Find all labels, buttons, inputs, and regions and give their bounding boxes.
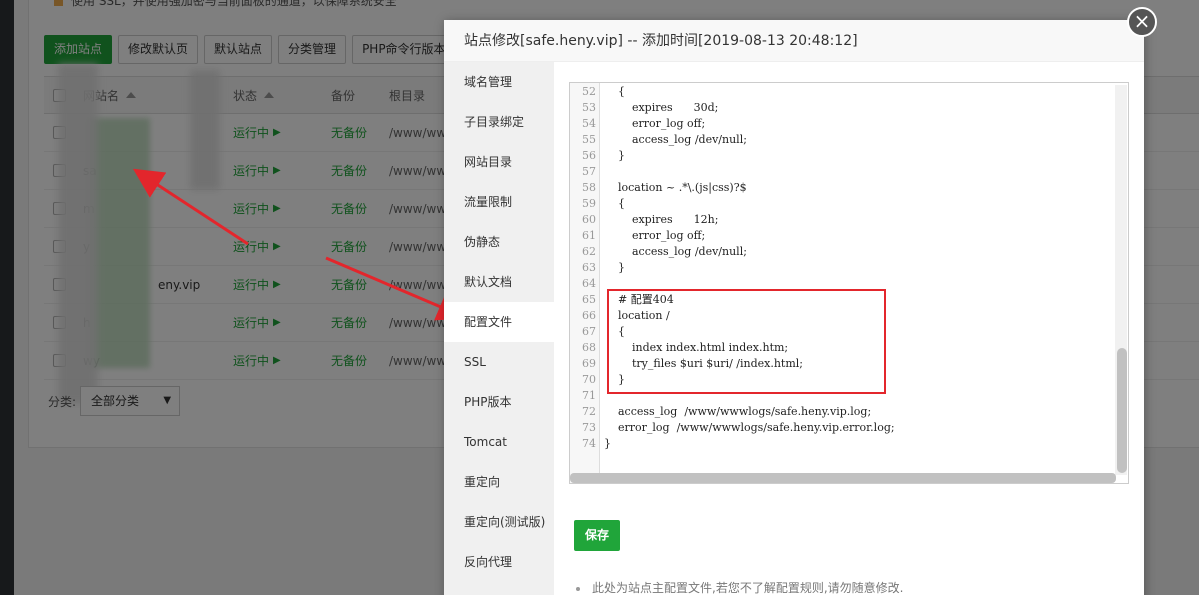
code-line[interactable]: 57 — [570, 164, 1115, 180]
sidebar-item[interactable]: 流量限制 — [444, 182, 554, 222]
line-number: 64 — [582, 277, 596, 290]
code-line[interactable]: 63 } — [570, 260, 1115, 276]
code-text[interactable]: error_log off; — [596, 228, 705, 244]
line-number: 72 — [582, 405, 596, 418]
annotation-arrow — [325, 256, 468, 321]
modal-sidebar: 域名管理 子目录绑定 网站目录 流量限制 伪静态 默认文档 配置文件 SSL PHP版本 Tomc… — [444, 62, 554, 595]
code-text[interactable] — [596, 164, 604, 180]
code-line[interactable]: 55 access_log /dev/null; — [570, 132, 1115, 148]
code-line[interactable]: 54 error_log off; — [570, 116, 1115, 132]
line-number: 61 — [582, 229, 596, 242]
code-line[interactable]: 62 access_log /dev/null; — [570, 244, 1115, 260]
code-text[interactable]: { — [596, 196, 625, 212]
code-text[interactable]: } — [596, 148, 625, 164]
modal-title: 站点修改[safe.heny.vip] -- 添加时间[2019-08-13 2… — [444, 20, 1144, 62]
sidebar-item[interactable]: 伪静态 — [444, 222, 554, 262]
vertical-scrollbar-thumb[interactable] — [1117, 348, 1127, 473]
annotation-arrow — [132, 168, 249, 246]
code-line[interactable]: 73 error_log /www/wwwlogs/safe.heny.vip.… — [570, 420, 1115, 436]
code-text[interactable]: { — [596, 84, 625, 100]
code-line[interactable]: 59 { — [570, 196, 1115, 212]
code-text[interactable]: error_log /www/wwwlogs/safe.heny.vip.err… — [596, 420, 895, 436]
code-text[interactable]: access_log /dev/null; — [596, 244, 747, 260]
sidebar-item[interactable]: 子目录绑定 — [444, 102, 554, 142]
sidebar-item[interactable]: 重定向(测试版) — [444, 502, 554, 542]
code-text[interactable] — [596, 388, 604, 404]
code-text[interactable]: access_log /dev/null; — [596, 132, 747, 148]
save-button[interactable]: 保存 — [574, 520, 620, 551]
sidebar-item[interactable]: 网站目录 — [444, 142, 554, 182]
code-text[interactable]: expires 12h; — [596, 212, 718, 228]
code-line[interactable]: 60 expires 12h; — [570, 212, 1115, 228]
code-text[interactable] — [596, 276, 604, 292]
horizontal-scrollbar[interactable] — [570, 473, 1116, 483]
sidebar-item[interactable]: 默认文档 — [444, 262, 554, 302]
code-line[interactable]: 56 } — [570, 148, 1115, 164]
line-number: 62 — [582, 245, 596, 258]
code-line[interactable]: 53 expires 30d; — [570, 100, 1115, 116]
sidebar-item[interactable]: Tomcat — [444, 422, 554, 462]
code-text[interactable]: access_log /www/wwwlogs/safe.heny.vip.lo… — [596, 404, 871, 420]
line-number: 60 — [582, 213, 596, 226]
config-code-editor[interactable]: 52 {53 expires 30d; 54 error_log off; 55 a… — [569, 82, 1129, 484]
code-text[interactable]: } — [596, 436, 611, 452]
code-text[interactable]: } — [596, 260, 625, 276]
line-number: 71 — [582, 389, 596, 402]
line-number: 73 — [582, 421, 596, 434]
code-text[interactable]: expires 30d; — [596, 100, 718, 116]
code-text[interactable]: error_log off; — [596, 116, 705, 132]
line-number: 69 — [582, 357, 596, 370]
line-number: 57 — [582, 165, 596, 178]
config-hint-text: 此处为站点主配置文件,若您不了解配置规则,请勿随意修改. — [592, 581, 904, 595]
line-number: 68 — [582, 341, 596, 354]
sidebar-item[interactable]: 域名管理 — [444, 62, 554, 102]
line-number: 66 — [582, 309, 596, 322]
sidebar-item[interactable]: 配置文件 — [444, 302, 554, 342]
code-lines: 52 {53 expires 30d; 54 error_log off; 55 a… — [570, 84, 1115, 452]
line-number: 52 — [582, 85, 596, 98]
sidebar-item[interactable]: SSL — [444, 342, 554, 382]
line-number: 65 — [582, 293, 596, 306]
line-number: 70 — [582, 373, 596, 386]
code-line[interactable]: 61 error_log off; — [570, 228, 1115, 244]
line-number: 74 — [582, 437, 596, 450]
line-number: 67 — [582, 325, 596, 338]
sidebar-item[interactable]: 重定向 — [444, 462, 554, 502]
line-number: 59 — [582, 197, 596, 210]
line-number: 53 — [582, 101, 596, 114]
line-number: 56 — [582, 149, 596, 162]
highlight-box — [607, 289, 886, 394]
code-line[interactable]: 58 location ~ .*\.(js|css)?$ — [570, 180, 1115, 196]
code-line[interactable]: 74} — [570, 436, 1115, 452]
close-icon[interactable]: × — [1127, 7, 1157, 37]
line-number: 63 — [582, 261, 596, 274]
line-number: 55 — [582, 133, 596, 146]
sidebar-item[interactable]: 反向代理 — [444, 542, 554, 582]
line-number: 54 — [582, 117, 596, 130]
code-line[interactable]: 52 { — [570, 84, 1115, 100]
bullet-icon — [576, 586, 580, 591]
sidebar-item[interactable]: PHP版本 — [444, 382, 554, 422]
line-number: 58 — [582, 181, 596, 194]
config-hint: 此处为站点主配置文件,若您不了解配置规则,请勿随意修改. — [576, 579, 903, 595]
code-line[interactable]: 72 access_log /www/wwwlogs/safe.heny.vip… — [570, 404, 1115, 420]
code-text[interactable]: location ~ .*\.(js|css)?$ — [596, 180, 747, 196]
